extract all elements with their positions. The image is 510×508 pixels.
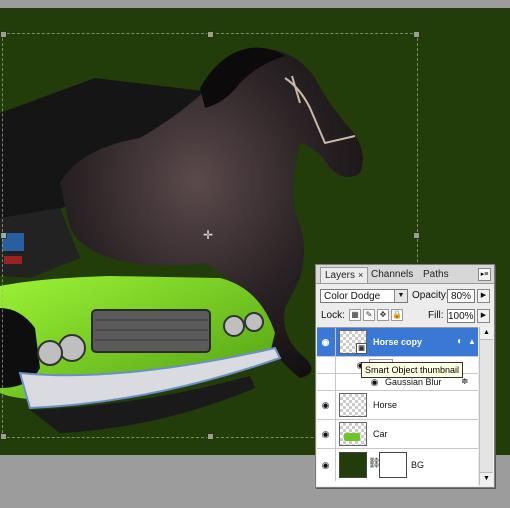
layer-thumbnail[interactable] — [339, 452, 367, 478]
visibility-toggle[interactable]: ◉ — [317, 420, 336, 448]
layer-name[interactable]: BG — [411, 460, 424, 470]
transform-handle[interactable] — [0, 433, 7, 440]
close-icon[interactable]: × — [358, 270, 363, 280]
smart-filter-icon[interactable]: ◐ — [457, 336, 463, 347]
opacity-slider-arrow-icon[interactable]: ▶ — [477, 289, 490, 303]
tab-channels[interactable]: Channels — [367, 267, 417, 282]
visibility-toggle[interactable] — [317, 357, 336, 373]
panel-tab-bar: Layers × Channels Paths ▸≡ — [316, 265, 494, 284]
lock-label: Lock: — [321, 310, 345, 321]
visibility-toggle[interactable] — [317, 374, 336, 390]
smart-object-thumbnail[interactable]: ▣ — [339, 330, 367, 354]
opacity-label: Opacity: — [412, 290, 449, 301]
eye-icon[interactable]: ◉ — [369, 377, 380, 387]
layer-name[interactable]: Horse copy — [373, 337, 422, 347]
panel-menu-icon[interactable]: ▸≡ — [478, 268, 491, 281]
layer-horse-copy[interactable]: ◉ ▣ Horse copy ◐ ▲ — [317, 328, 478, 357]
transform-handle[interactable] — [207, 31, 214, 38]
layers-scrollbar[interactable]: ▲ ▼ — [479, 327, 493, 485]
visibility-toggle[interactable]: ◉ — [317, 328, 336, 356]
transform-handle[interactable] — [0, 232, 7, 239]
tab-layers[interactable]: Layers × — [320, 267, 369, 283]
scroll-down-icon[interactable]: ▼ — [480, 472, 493, 485]
lock-all-icon[interactable]: 🔒 — [391, 309, 403, 321]
chevron-down-icon[interactable]: ▼ — [394, 290, 407, 302]
transform-handle[interactable] — [413, 232, 420, 239]
blend-opacity-row: Color Dodge ▼ Opacity: 80% ▶ — [316, 289, 494, 305]
layer-thumbnail[interactable] — [339, 422, 367, 446]
collapse-arrow-icon[interactable]: ▲ — [468, 337, 476, 346]
visibility-toggle[interactable]: ◉ — [317, 449, 336, 481]
opacity-field[interactable]: 80% — [447, 289, 475, 303]
transform-handle[interactable] — [413, 31, 420, 38]
eye-icon[interactable]: ◉ — [320, 400, 331, 410]
fill-slider-arrow-icon[interactable]: ▶ — [477, 309, 490, 323]
layer-bg[interactable]: ◉ ⛓ BG — [317, 449, 478, 481]
tab-paths[interactable]: Paths — [419, 267, 453, 282]
visibility-toggle[interactable]: ◉ — [317, 391, 336, 419]
layer-name[interactable]: Car — [373, 429, 388, 439]
fill-field[interactable]: 100% — [447, 309, 475, 323]
eye-icon[interactable]: ◉ — [320, 429, 331, 439]
layer-horse[interactable]: ◉ Horse — [317, 391, 478, 420]
lock-position-icon[interactable]: ✥ — [377, 309, 389, 321]
lock-pixels-icon[interactable]: ✎ — [363, 309, 375, 321]
scroll-up-icon[interactable]: ▲ — [480, 327, 493, 340]
tooltip: Smart Object thumbnail — [361, 362, 464, 378]
layers-list: ◉ ▣ Horse copy ◐ ▲ ◉ ◉ Gaussian Blur ≑ ◉… — [317, 327, 478, 486]
transform-handle[interactable] — [207, 433, 214, 440]
layer-name[interactable]: Horse — [373, 400, 397, 410]
layer-name[interactable]: Gaussian Blur — [385, 377, 442, 387]
lock-transparency-icon[interactable]: ▦ — [349, 309, 361, 321]
transform-center-icon[interactable]: ✛ — [203, 229, 213, 241]
smart-object-badge-icon: ▣ — [356, 343, 367, 354]
car-thumbnail-mark — [344, 433, 360, 441]
eye-icon[interactable]: ◉ — [320, 460, 331, 470]
eye-icon[interactable]: ◉ — [320, 337, 331, 347]
transform-handle[interactable] — [0, 31, 7, 38]
fill-label: Fill: — [428, 310, 444, 321]
blend-mode-value: Color Dodge — [324, 291, 381, 302]
lock-fill-row: Lock: ▦ ✎ ✥ 🔒 Fill: 100% ▶ — [316, 309, 494, 323]
layer-mask-thumbnail[interactable] — [379, 452, 407, 478]
tab-layers-label: Layers — [325, 270, 356, 281]
layer-car[interactable]: ◉ Car — [317, 420, 478, 449]
blend-mode-select[interactable]: Color Dodge ▼ — [320, 289, 408, 303]
layer-thumbnail[interactable] — [339, 393, 367, 417]
